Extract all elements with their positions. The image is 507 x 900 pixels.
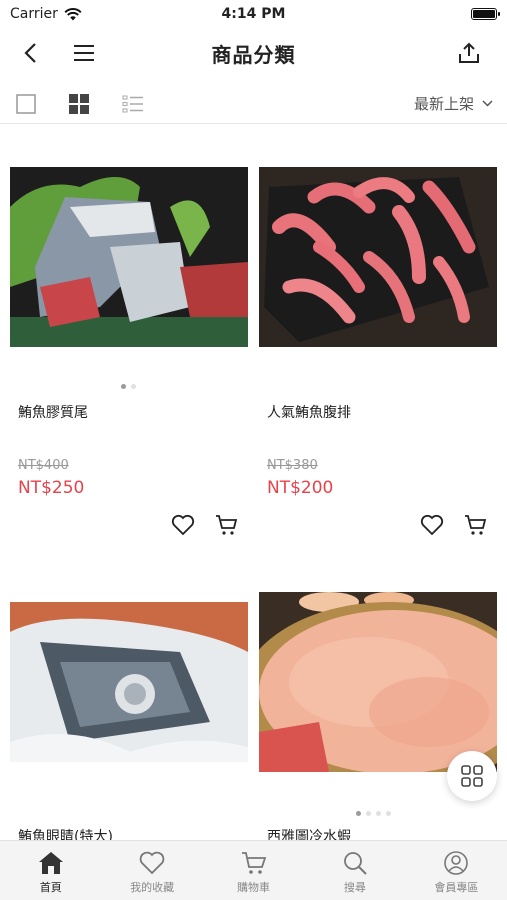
favorite-button[interactable] — [419, 512, 445, 538]
grid-outline-icon — [461, 765, 483, 787]
product-name[interactable]: 鮪魚膠質尾 — [18, 402, 88, 422]
heart-icon — [171, 514, 195, 536]
sort-label: 最新上架 — [413, 95, 474, 113]
original-price: NT$400 — [18, 458, 69, 473]
tab-label: 我的收藏 — [130, 881, 175, 894]
card-actions — [170, 512, 240, 538]
cart-icon — [465, 515, 487, 535]
grid-icon — [69, 94, 89, 114]
tab-favorites[interactable]: 我的收藏 — [101, 841, 202, 900]
pagination-dot — [386, 811, 391, 816]
card-actions — [419, 512, 489, 538]
product-image[interactable] — [259, 167, 497, 347]
back-button[interactable] — [12, 35, 48, 71]
tab-label: 搜尋 — [343, 881, 366, 894]
original-price: NT$380 — [267, 458, 318, 473]
heart-icon — [139, 851, 165, 875]
list-view-button[interactable] — [121, 92, 145, 116]
battery-icon — [471, 8, 500, 20]
hamburger-icon — [74, 45, 94, 61]
sale-price: NT$250 — [18, 478, 85, 498]
add-to-cart-button[interactable] — [463, 512, 489, 538]
pagination-dot — [366, 811, 371, 816]
sale-price: NT$200 — [267, 478, 334, 498]
heart-icon — [420, 514, 444, 536]
carrier-label: Carrier — [10, 6, 58, 22]
product-name[interactable]: 人氣鮪魚腹排 — [267, 402, 351, 422]
pagination-dot — [376, 811, 381, 816]
product-image[interactable] — [259, 592, 497, 772]
menu-button[interactable] — [66, 35, 102, 71]
back-arrow-icon — [24, 43, 36, 63]
share-button[interactable] — [451, 35, 487, 71]
sort-dropdown[interactable]: 最新上架 — [414, 93, 493, 114]
tab-member[interactable]: 會員專區 — [406, 841, 507, 900]
pagination-dot — [131, 384, 136, 389]
cart-icon — [241, 852, 266, 874]
cart-icon — [216, 515, 238, 535]
category-fab-button[interactable] — [447, 751, 497, 801]
status-left: Carrier — [10, 6, 82, 22]
tab-label: 首頁 — [39, 881, 62, 894]
user-icon — [444, 851, 469, 875]
tab-home[interactable]: 首頁 — [0, 841, 101, 900]
image-pagination — [356, 811, 391, 816]
favorite-button[interactable] — [170, 512, 196, 538]
grid-view-button[interactable] — [67, 92, 91, 116]
product-image[interactable] — [10, 602, 248, 762]
home-icon — [38, 852, 63, 874]
image-pagination — [121, 384, 136, 389]
product-image[interactable] — [10, 167, 248, 347]
chevron-down-icon — [482, 100, 493, 107]
add-to-cart-button[interactable] — [214, 512, 240, 538]
status-bar: Carrier — [0, 0, 507, 28]
single-square-icon — [16, 94, 36, 114]
wifi-icon — [64, 7, 82, 20]
tab-label: 會員專區 — [434, 881, 479, 894]
pagination-dot — [121, 384, 126, 389]
tab-search[interactable]: 搜尋 — [304, 841, 405, 900]
tab-cart[interactable]: 購物車 — [203, 841, 304, 900]
nav-bar: 商品分類 — [0, 30, 507, 76]
list-icon — [122, 95, 143, 113]
view-toolbar: 最新上架 — [0, 84, 507, 124]
tab-label: 購物車 — [237, 881, 271, 894]
search-icon — [344, 852, 367, 875]
single-view-button[interactable] — [14, 92, 38, 116]
share-icon — [459, 42, 479, 63]
bottom-tab-bar: 首頁 我的收藏 購物車 搜尋 會員專區 — [0, 840, 507, 900]
pagination-dot — [356, 811, 361, 816]
